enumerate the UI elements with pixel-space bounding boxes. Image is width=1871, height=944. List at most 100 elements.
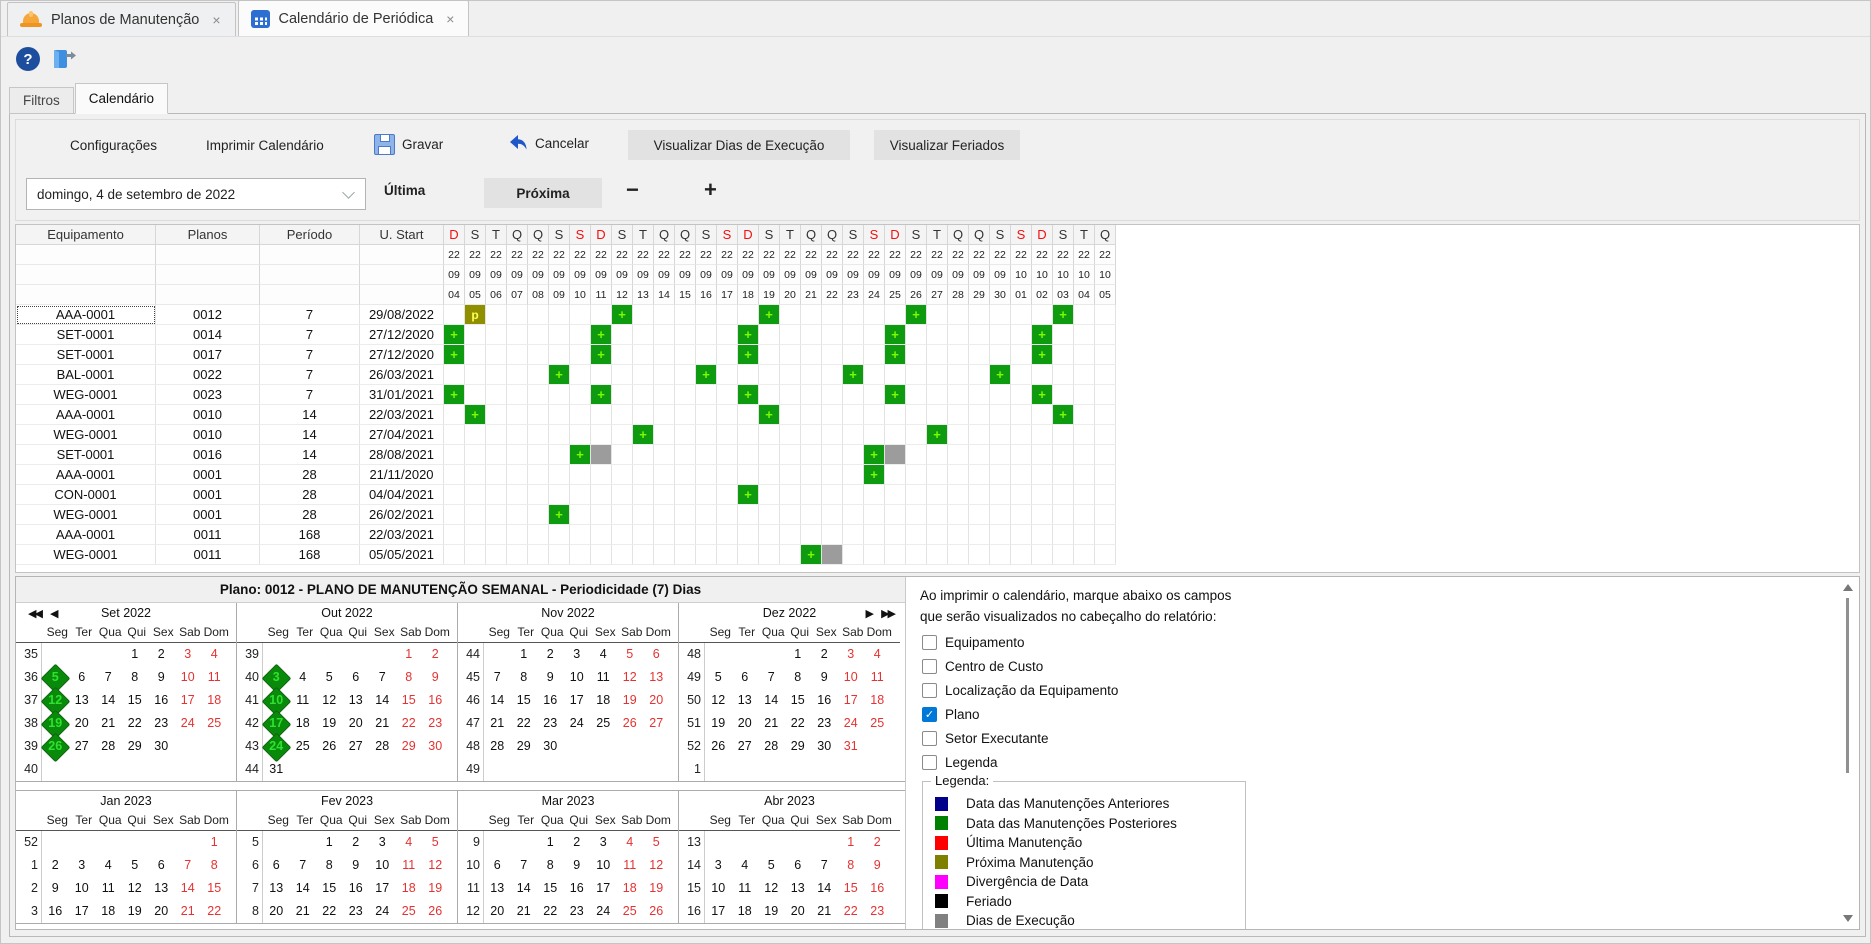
grid-cell[interactable] xyxy=(507,425,528,445)
grid-cell[interactable] xyxy=(444,485,465,505)
row-cell[interactable]: 28 xyxy=(260,465,360,485)
day-cell[interactable]: 24 xyxy=(838,712,865,735)
day-cell[interactable]: 3 xyxy=(175,643,202,666)
grid-cell[interactable] xyxy=(507,325,528,345)
marker-posterior[interactable]: + xyxy=(444,325,465,345)
grid-cell[interactable] xyxy=(465,425,486,445)
grid-cell[interactable] xyxy=(822,425,843,445)
grid-cell[interactable] xyxy=(444,405,465,425)
grid-cell[interactable] xyxy=(906,445,927,465)
grid-cell[interactable] xyxy=(465,325,486,345)
grid-cell[interactable] xyxy=(738,525,759,545)
day-cell[interactable]: 28 xyxy=(484,735,511,758)
day-cell[interactable]: 25 xyxy=(201,712,228,735)
marker-posterior[interactable]: + xyxy=(591,325,612,345)
marker-posterior[interactable]: + xyxy=(1032,385,1053,405)
tab-filtros[interactable]: Filtros xyxy=(9,87,74,114)
marker-posterior[interactable]: + xyxy=(549,505,570,525)
grid-cell[interactable] xyxy=(885,465,906,485)
grid-cell[interactable] xyxy=(969,525,990,545)
grid-cell[interactable] xyxy=(801,365,822,385)
grid-cell[interactable] xyxy=(528,345,549,365)
day-cell[interactable]: 4 xyxy=(290,666,317,689)
marker-execucao[interactable] xyxy=(591,445,612,465)
grid-cell[interactable] xyxy=(927,385,948,405)
grid-cell[interactable] xyxy=(507,445,528,465)
grid-cell[interactable] xyxy=(696,425,717,445)
print-option-checkbox-row[interactable]: Equipamento xyxy=(922,634,1859,651)
grid-cell[interactable] xyxy=(465,445,486,465)
day-cell[interactable]: 18 xyxy=(732,900,759,923)
day-cell[interactable]: 11 xyxy=(396,854,423,877)
day-cell[interactable]: 2 xyxy=(811,643,838,666)
grid-cell[interactable] xyxy=(1011,525,1032,545)
grid-cell[interactable] xyxy=(696,405,717,425)
day-cell[interactable]: 6 xyxy=(643,643,670,666)
day-cell[interactable]: 14 xyxy=(811,877,838,900)
grid-cell[interactable] xyxy=(906,525,927,545)
grid-cell[interactable] xyxy=(444,425,465,445)
day-cell[interactable]: 23 xyxy=(343,900,370,923)
grid-cell[interactable] xyxy=(612,505,633,525)
grid-cell[interactable] xyxy=(465,485,486,505)
grid-cell[interactable] xyxy=(885,405,906,425)
grid-cell[interactable] xyxy=(654,405,675,425)
day-cell[interactable]: 21 xyxy=(369,712,396,735)
day-cell[interactable]: 4 xyxy=(396,831,423,854)
grid-cell[interactable] xyxy=(759,425,780,445)
grid-cell[interactable] xyxy=(1032,485,1053,505)
scroll-up-arrow-icon[interactable] xyxy=(1843,584,1853,591)
grid-cell[interactable] xyxy=(1095,505,1116,525)
grid-cell[interactable] xyxy=(465,465,486,485)
day-cell[interactable]: 15 xyxy=(316,877,343,900)
grid-cell[interactable] xyxy=(1011,465,1032,485)
row-cell[interactable]: 26/02/2021 xyxy=(360,505,444,525)
grid-cell[interactable] xyxy=(738,505,759,525)
day-cell[interactable]: 18 xyxy=(95,900,122,923)
grid-cell[interactable] xyxy=(1074,505,1095,525)
grid-cell[interactable] xyxy=(969,545,990,565)
day-cell[interactable]: 6 xyxy=(263,854,290,877)
grid-cell[interactable] xyxy=(843,505,864,525)
grid-cell[interactable] xyxy=(717,365,738,385)
grid-cell[interactable] xyxy=(570,545,591,565)
marker-execucao[interactable] xyxy=(885,445,906,465)
row-cell[interactable]: WEG-0001 xyxy=(16,505,156,525)
grid-cell[interactable] xyxy=(927,485,948,505)
nav-next-month-icon[interactable]: ▶ xyxy=(866,607,875,620)
grid-cell[interactable] xyxy=(1095,545,1116,565)
grid-cell[interactable] xyxy=(570,465,591,485)
nav-prev-month-icon[interactable]: ◀ xyxy=(50,607,59,620)
grid-cell[interactable] xyxy=(1095,325,1116,345)
grid-cell[interactable] xyxy=(864,385,885,405)
grid-cell[interactable] xyxy=(1032,525,1053,545)
grid-cell[interactable] xyxy=(759,465,780,485)
table-row[interactable]: AAA-0001 0001 28 21/11/2020 + xyxy=(16,465,1859,485)
day-cell[interactable]: 13 xyxy=(643,666,670,689)
day-cell[interactable]: 21 xyxy=(811,900,838,923)
grid-cell[interactable] xyxy=(633,385,654,405)
grid-cell[interactable] xyxy=(549,485,570,505)
day-cell[interactable]: 31 xyxy=(838,735,865,758)
row-cell[interactable]: SET-0001 xyxy=(16,445,156,465)
grid-cell[interactable] xyxy=(969,465,990,485)
grid-cell[interactable] xyxy=(864,325,885,345)
grid-cell[interactable] xyxy=(1053,325,1074,345)
grid-cell[interactable] xyxy=(612,345,633,365)
day-cell[interactable]: 23 xyxy=(864,900,891,923)
row-cell[interactable]: WEG-0001 xyxy=(16,385,156,405)
checkbox[interactable] xyxy=(922,683,937,698)
row-cell[interactable]: 27/12/2020 xyxy=(360,325,444,345)
grid-cell[interactable] xyxy=(654,525,675,545)
grid-cell[interactable] xyxy=(948,445,969,465)
grid-cell[interactable] xyxy=(507,345,528,365)
day-cell[interactable]: 9 xyxy=(422,666,449,689)
day-cell[interactable]: 4 xyxy=(590,643,617,666)
cancelar-button[interactable]: Cancelar xyxy=(508,134,589,152)
day-cell[interactable]: 11 xyxy=(95,877,122,900)
grid-cell[interactable] xyxy=(444,545,465,565)
grid-cell[interactable] xyxy=(780,305,801,325)
grid-cell[interactable] xyxy=(654,545,675,565)
day-cell[interactable]: 16 xyxy=(422,689,449,712)
grid-cell[interactable] xyxy=(591,425,612,445)
